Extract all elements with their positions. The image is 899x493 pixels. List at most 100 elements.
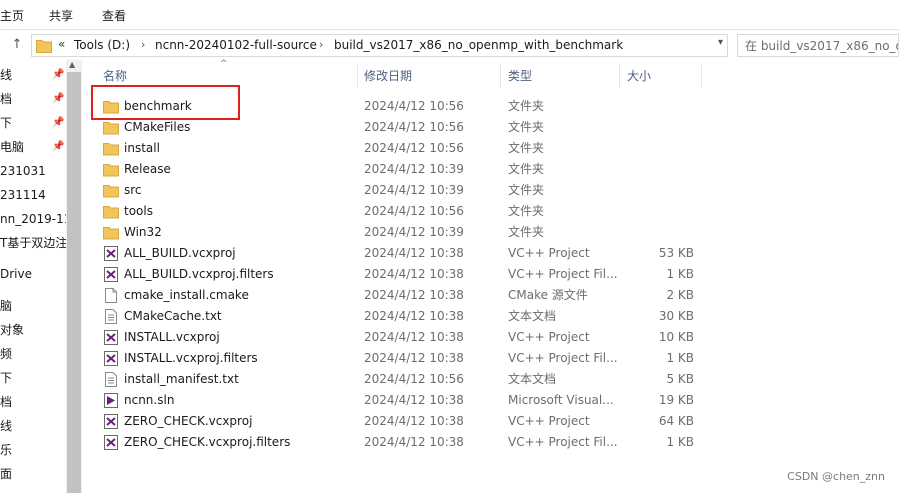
text-file-icon (105, 372, 117, 387)
file-modified: 2024/4/12 10:38 (364, 288, 464, 302)
vcxproj-icon (104, 267, 118, 282)
file-row[interactable]: ALL_BUILD.vcxproj 2024/4/12 10:38 VC++ P… (103, 243, 703, 264)
nav-item[interactable]: 乐 (0, 439, 12, 461)
nav-scrollbar[interactable]: ▲ (66, 60, 82, 493)
file-name: ALL_BUILD.vcxproj (124, 246, 236, 260)
file-size: 2 KB (666, 288, 694, 302)
file-row[interactable]: ncnn.sln 2024/4/12 10:38 Microsoft Visua… (103, 390, 703, 411)
file-size: 53 KB (658, 246, 694, 260)
file-type: 文件夹 (508, 141, 545, 155)
column-header-modified[interactable]: 修改日期 (364, 60, 412, 92)
vcxproj-icon (104, 246, 118, 261)
nav-item[interactable]: 档 (0, 88, 12, 110)
nav-item[interactable]: 线 (0, 64, 12, 86)
file-name: CMakeCache.txt (124, 309, 222, 323)
breadcrumb-drive[interactable]: Tools (D:) (74, 38, 130, 52)
column-header-size[interactable]: 大小 (627, 60, 651, 92)
file-type: VC++ Project (508, 414, 590, 428)
file-size: 64 KB (658, 414, 694, 428)
file-modified: 2024/4/12 10:38 (364, 330, 464, 344)
nav-item[interactable]: 脑 (0, 295, 12, 317)
ribbon-tabs: 主页 共享 查看 (0, 0, 899, 30)
file-row[interactable]: src 2024/4/12 10:39 文件夹 (103, 180, 703, 201)
pin-icon[interactable]: 📌 (52, 93, 64, 104)
file-row[interactable]: ALL_BUILD.vcxproj.filters 2024/4/12 10:3… (103, 264, 703, 285)
address-bar[interactable]: « Tools (D:) › ncnn-20240102-full-source… (31, 34, 749, 57)
scroll-up-arrow-icon[interactable]: ▲ (69, 60, 75, 69)
breadcrumb-source[interactable]: ncnn-20240102-full-source (155, 38, 317, 52)
file-name: tools (124, 204, 153, 218)
nav-item[interactable]: 电脑 (0, 136, 24, 158)
sln-icon (104, 393, 118, 408)
nav-item[interactable]: 231031 (0, 160, 46, 182)
file-row[interactable]: install 2024/4/12 10:56 文件夹 (103, 138, 703, 159)
nav-item[interactable]: T基于双边注 (0, 232, 67, 254)
file-type: 文件夹 (508, 120, 545, 134)
file-row[interactable]: INSTALL.vcxproj.filters 2024/4/12 10:38 … (103, 348, 703, 369)
file-modified: 2024/4/12 10:38 (364, 435, 464, 449)
chevron-right-icon[interactable]: › (141, 38, 145, 51)
tab-view[interactable]: 查看 (102, 7, 126, 24)
nav-item[interactable]: 对象 (0, 319, 24, 341)
scrollbar-thumb[interactable] (67, 72, 81, 493)
file-modified: 2024/4/12 10:38 (364, 267, 464, 281)
pin-icon[interactable]: 📌 (52, 69, 64, 80)
nav-item[interactable]: Drive (0, 263, 32, 285)
file-modified: 2024/4/12 10:39 (364, 162, 464, 176)
file-modified: 2024/4/12 10:56 (364, 204, 464, 218)
column-divider[interactable] (357, 64, 358, 88)
tab-home[interactable]: 主页 (0, 7, 24, 24)
file-type: VC++ Project Fil... (508, 351, 618, 365)
column-divider[interactable] (701, 64, 702, 88)
file-row[interactable]: Release 2024/4/12 10:39 文件夹 (103, 159, 703, 180)
navigation-pane: 线 📌 档 📌 下 📌 电脑 📌 231031 231114 nn_2019-1… (0, 60, 67, 493)
file-modified: 2024/4/12 10:38 (364, 393, 464, 407)
nav-item[interactable]: 档 (0, 391, 12, 413)
breadcrumb-current[interactable]: build_vs2017_x86_no_openmp_with_benchmar… (334, 38, 623, 52)
nav-item[interactable]: 面 (0, 463, 12, 485)
file-size: 10 KB (658, 330, 694, 344)
file-row[interactable]: CMakeFiles 2024/4/12 10:56 文件夹 (103, 117, 703, 138)
file-name: Release (124, 162, 171, 176)
breadcrumb-overflow[interactable]: « (58, 37, 65, 51)
column-divider[interactable] (619, 64, 620, 88)
nav-item[interactable]: 线 (0, 415, 12, 437)
nav-item[interactable]: 231114 (0, 184, 46, 206)
up-arrow-icon[interactable]: ↑ (6, 36, 28, 54)
vcxproj-icon (104, 351, 118, 366)
file-name: install_manifest.txt (124, 372, 239, 386)
file-modified: 2024/4/12 10:56 (364, 141, 464, 155)
nav-item[interactable]: 下 (0, 112, 12, 134)
tab-share[interactable]: 共享 (49, 7, 73, 24)
search-input[interactable] (738, 35, 898, 56)
column-header-type[interactable]: 类型 (508, 60, 532, 92)
nav-item[interactable]: 频 (0, 343, 12, 365)
file-modified: 2024/4/12 10:56 (364, 99, 464, 113)
file-name: install (124, 141, 160, 155)
file-modified: 2024/4/12 10:38 (364, 414, 464, 428)
file-name: INSTALL.vcxproj.filters (124, 351, 258, 365)
column-divider[interactable] (500, 64, 501, 88)
pin-icon[interactable]: 📌 (52, 117, 64, 128)
vcxproj-icon (104, 414, 118, 429)
watermark: CSDN @chen_znn (787, 470, 885, 483)
nav-item[interactable]: nn_2019-11-1 (0, 208, 67, 230)
file-row[interactable]: CMakeCache.txt 2024/4/12 10:38 文本文档 30 K… (103, 306, 703, 327)
file-row[interactable]: cmake_install.cmake 2024/4/12 10:38 CMak… (103, 285, 703, 306)
file-modified: 2024/4/12 10:56 (364, 372, 464, 386)
file-row[interactable]: Win32 2024/4/12 10:39 文件夹 (103, 222, 703, 243)
file-type: 文本文档 (508, 309, 557, 323)
chevron-down-icon[interactable]: ▾ (718, 37, 723, 48)
chevron-right-icon[interactable]: › (319, 38, 323, 51)
file-type: 文件夹 (508, 183, 545, 197)
sort-ascending-icon: ^ (220, 59, 228, 69)
file-row[interactable]: ZERO_CHECK.vcxproj 2024/4/12 10:38 VC++ … (103, 411, 703, 432)
file-type: 文本文档 (508, 372, 557, 386)
file-row[interactable]: INSTALL.vcxproj 2024/4/12 10:38 VC++ Pro… (103, 327, 703, 348)
nav-item[interactable]: 下 (0, 367, 12, 389)
file-row[interactable]: ZERO_CHECK.vcxproj.filters 2024/4/12 10:… (103, 432, 703, 453)
file-row[interactable]: tools 2024/4/12 10:56 文件夹 (103, 201, 703, 222)
file-name: ncnn.sln (124, 393, 175, 407)
pin-icon[interactable]: 📌 (52, 141, 64, 152)
file-row[interactable]: install_manifest.txt 2024/4/12 10:56 文本文… (103, 369, 703, 390)
